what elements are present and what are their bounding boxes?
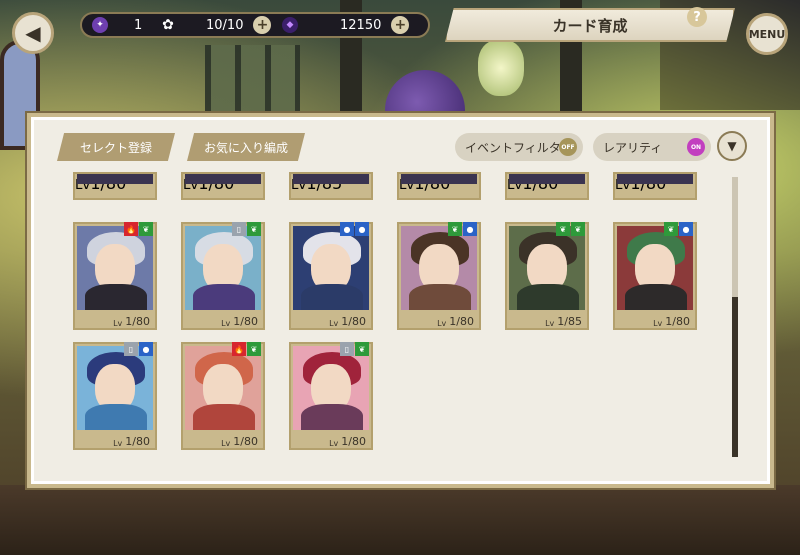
- wind-attribute-icon: ❦: [247, 342, 261, 356]
- character-outfit: [193, 404, 255, 430]
- card-tile-partial[interactable]: Lv1/80: [181, 172, 265, 200]
- add-gem-button[interactable]: +: [391, 16, 410, 34]
- resource-gem: ◆ 12150 +: [282, 14, 422, 36]
- wind-attribute-icon: ❦: [355, 342, 369, 356]
- resource-star: ✦ 1: [82, 14, 160, 36]
- card-level: Lv1/80: [399, 310, 479, 328]
- card-level: Lv1/80: [183, 310, 263, 328]
- event-filter-off-indicator: OFF: [559, 138, 577, 156]
- card-grid: Lv1/80Lv1/80Lv1/85Lv1/80Lv1/80Lv1/80 🔥❦L…: [45, 172, 745, 477]
- resource-star-value: 1: [134, 17, 143, 33]
- card-tile[interactable]: ▯ ❦ Lv 1/80: [181, 222, 265, 330]
- card-tile[interactable]: ▯ ❦ Lv 1/80: [289, 342, 373, 450]
- wind-attribute-icon: ❦: [247, 222, 261, 236]
- character-outfit: [301, 284, 363, 310]
- character-portrait: [293, 226, 369, 310]
- card-tile[interactable]: ❦ ❦ Lv 1/85: [505, 222, 589, 330]
- card-art: [293, 174, 369, 184]
- chevron-down-icon: ▼: [727, 139, 737, 153]
- card-tile[interactable]: ❦ ● Lv 1/80: [613, 222, 697, 330]
- character-portrait: [77, 226, 153, 310]
- card-tile[interactable]: ❦ ● Lv 1/80: [397, 222, 481, 330]
- character-outfit: [625, 284, 687, 310]
- water-attribute-icon: ●: [679, 222, 693, 236]
- character-outfit: [85, 404, 147, 430]
- resource-flower-value: 10/10: [206, 17, 244, 33]
- wind-attribute-icon: ❦: [571, 222, 585, 236]
- water-attribute-icon: ●: [340, 222, 354, 236]
- fire-attribute-icon: 🔥: [232, 342, 246, 356]
- character-outfit: [193, 284, 255, 310]
- character-portrait: [77, 346, 153, 430]
- character-portrait: [185, 346, 261, 430]
- favorites-edit-button[interactable]: お気に入り編成: [187, 133, 305, 161]
- water-attribute-icon: ●: [355, 222, 369, 236]
- blank-attribute-icon: ▯: [340, 342, 354, 356]
- background-lantern: [478, 40, 524, 96]
- blank-attribute-icon: ▯: [124, 342, 138, 356]
- wind-attribute-icon: ❦: [448, 222, 462, 236]
- card-art: [77, 174, 153, 184]
- blank-attribute-icon: ▯: [232, 222, 246, 236]
- back-arrow-icon: ◀: [25, 21, 41, 45]
- event-filter-label: イベントフィルタ: [465, 140, 561, 155]
- card-tile[interactable]: ● ● Lv 1/80: [289, 222, 373, 330]
- scrollbar-thumb[interactable]: [732, 297, 738, 457]
- card-list-panel: セレクト登録 お気に入り編成 イベントフィルタ OFF レアリティ ON ▼ L…: [27, 113, 774, 488]
- wind-attribute-icon: ❦: [664, 222, 678, 236]
- select-register-button[interactable]: セレクト登録: [57, 133, 175, 161]
- add-flower-button[interactable]: +: [253, 16, 272, 34]
- character-portrait: [509, 226, 585, 310]
- character-portrait: [185, 226, 261, 310]
- character-portrait: [293, 346, 369, 430]
- event-filter-toggle[interactable]: イベントフィルタ OFF: [455, 133, 583, 161]
- card-art: [401, 174, 477, 184]
- card-level: Lv1/80: [291, 430, 371, 448]
- resource-flower: ✿ 10/10 +: [160, 14, 282, 36]
- back-button[interactable]: ◀: [12, 12, 54, 54]
- card-art: [185, 174, 261, 184]
- flower-icon: ✿: [162, 17, 174, 33]
- card-tile-partial[interactable]: Lv1/80: [613, 172, 697, 200]
- fire-attribute-icon: 🔥: [124, 222, 138, 236]
- card-level: Lv1/85: [507, 310, 587, 328]
- resource-bar: ✦ 1 ✿ 10/10 + ◆ 12150 +: [80, 12, 430, 38]
- menu-button[interactable]: MENU: [746, 13, 788, 55]
- card-art: [617, 174, 693, 184]
- character-portrait: [401, 226, 477, 310]
- character-outfit: [409, 284, 471, 310]
- help-icon[interactable]: ?: [687, 7, 707, 27]
- magic-gem-icon: ◆: [282, 17, 298, 33]
- water-attribute-icon: ●: [463, 222, 477, 236]
- rarity-filter-label: レアリティ: [603, 140, 663, 155]
- rarity-on-indicator: ON: [687, 138, 705, 156]
- card-tile-partial[interactable]: Lv1/80: [397, 172, 481, 200]
- water-attribute-icon: ●: [139, 342, 153, 356]
- card-tile[interactable]: 🔥 ❦ Lv 1/80: [181, 342, 265, 450]
- character-portrait: [617, 226, 693, 310]
- card-tile-partial[interactable]: Lv1/85: [289, 172, 373, 200]
- character-outfit: [517, 284, 579, 310]
- card-level: Lv1/80: [615, 310, 695, 328]
- card-level: Lv1/80: [75, 310, 155, 328]
- scrollbar-track[interactable]: [732, 177, 738, 457]
- card-tile[interactable]: ▯ ● Lv 1/80: [73, 342, 157, 450]
- background-floor: [0, 485, 800, 555]
- resource-gem-value: 12150: [340, 17, 382, 33]
- card-level: Lv1/80: [183, 430, 263, 448]
- card-level: Lv1/80: [291, 310, 371, 328]
- card-level: Lv1/80: [75, 430, 155, 448]
- character-outfit: [85, 284, 147, 310]
- card-art: [509, 174, 585, 184]
- character-outfit: [301, 404, 363, 430]
- wind-attribute-icon: ❦: [139, 222, 153, 236]
- wind-attribute-icon: ❦: [556, 222, 570, 236]
- card-tile[interactable]: 🔥 ❦ Lv 1/80: [73, 222, 157, 330]
- sort-dropdown-button[interactable]: ▼: [717, 131, 747, 161]
- card-tile-partial[interactable]: Lv1/80: [505, 172, 589, 200]
- card-tile-partial[interactable]: Lv1/80: [73, 172, 157, 200]
- rarity-filter-toggle[interactable]: レアリティ ON: [593, 133, 711, 161]
- purple-star-icon: ✦: [92, 17, 108, 33]
